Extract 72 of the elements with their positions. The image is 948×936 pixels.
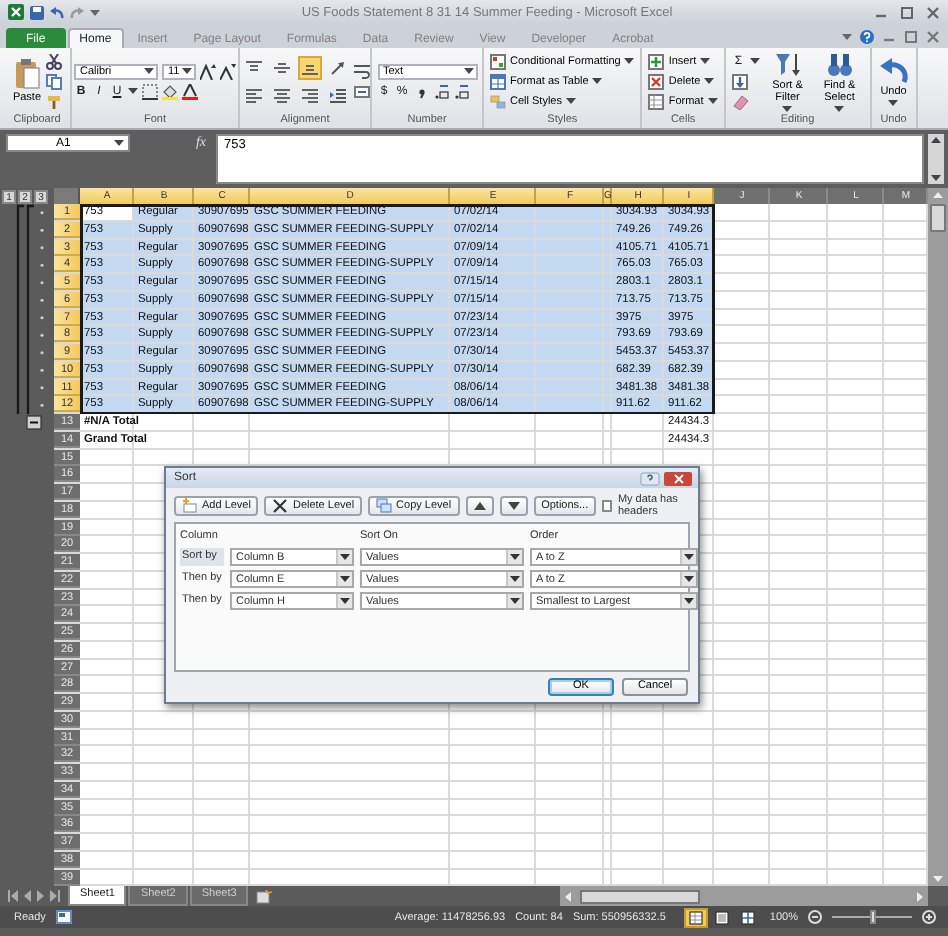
caret-icon[interactable]: [704, 78, 715, 84]
binoculars-icon[interactable]: [825, 51, 854, 77]
caret-icon[interactable]: [90, 9, 100, 15]
shrink-font-icon[interactable]: [220, 63, 236, 79]
fill-down-icon[interactable]: [731, 73, 748, 89]
scissors-icon[interactable]: [45, 53, 62, 69]
close-icon[interactable]: [926, 5, 940, 19]
close-icon[interactable]: [926, 29, 940, 43]
copy-level-icon[interactable]: [376, 498, 393, 514]
cell-styles-icon[interactable]: [490, 93, 506, 109]
font-color-icon[interactable]: [182, 83, 198, 99]
caret-icon[interactable]: [707, 98, 718, 104]
scroll-down-icon[interactable]: [928, 172, 944, 184]
close-button[interactable]: [664, 471, 692, 485]
decrease-decimal-icon[interactable]: [453, 83, 469, 99]
collapse-button[interactable]: [26, 415, 42, 430]
caret-icon[interactable]: [463, 68, 473, 74]
table-icon[interactable]: [490, 73, 506, 89]
macro-record-icon[interactable]: [55, 910, 72, 924]
help-icon[interactable]: [640, 471, 660, 485]
zoom-in-icon[interactable]: [922, 910, 936, 924]
caret-icon[interactable]: [624, 58, 635, 64]
fill-color-icon[interactable]: [162, 83, 178, 99]
clipboard-icon[interactable]: [13, 58, 40, 90]
caret-icon[interactable]: [128, 88, 138, 94]
caret-icon[interactable]: [749, 58, 760, 64]
sort-filter-icon[interactable]: [773, 51, 802, 77]
zoom-slider-thumb[interactable]: [869, 910, 875, 924]
border-icon[interactable]: [142, 83, 158, 99]
undo-arrow-icon[interactable]: [877, 57, 910, 83]
next-sheet-icon[interactable]: [36, 890, 46, 902]
caret-icon[interactable]: [114, 140, 124, 146]
delete-icon[interactable]: [272, 498, 289, 514]
caret-icon[interactable]: [144, 68, 154, 74]
merge-cells-icon[interactable]: [353, 83, 369, 99]
scrollbar-thumb[interactable]: [580, 889, 700, 903]
move-up-button[interactable]: [465, 496, 494, 516]
checkbox[interactable]: [602, 500, 612, 512]
copy-icon[interactable]: [45, 73, 62, 89]
caret-icon[interactable]: [700, 58, 711, 64]
undo-icon[interactable]: [50, 5, 64, 19]
previous-sheet-icon[interactable]: [22, 890, 32, 902]
caret-icon[interactable]: [834, 105, 845, 111]
spreadsheet-logo-icon[interactable]: [8, 4, 24, 20]
grow-font-icon[interactable]: [200, 63, 216, 79]
scrollbar-thumb[interactable]: [930, 204, 946, 232]
brush-icon[interactable]: [45, 93, 62, 109]
caret-icon[interactable]: [782, 105, 793, 111]
caret-icon[interactable]: [565, 98, 576, 104]
caret-icon[interactable]: [684, 576, 694, 582]
save-icon[interactable]: [30, 5, 44, 19]
caret-icon[interactable]: [340, 576, 350, 582]
insert-cells-icon[interactable]: [648, 53, 665, 69]
caret-icon[interactable]: [888, 99, 899, 105]
last-sheet-icon[interactable]: [50, 890, 60, 902]
caret-icon[interactable]: [182, 68, 192, 74]
scroll-up-icon[interactable]: [928, 134, 944, 146]
wrap-text-icon[interactable]: [353, 63, 369, 79]
conditional-format-icon[interactable]: [490, 53, 506, 69]
down-arrow-icon[interactable]: [507, 502, 520, 510]
caret-icon[interactable]: [592, 78, 603, 84]
first-sheet-icon[interactable]: [8, 890, 18, 902]
increase-decimal-icon[interactable]: [433, 83, 449, 99]
zoom-out-icon[interactable]: [808, 910, 822, 924]
delete-cells-icon[interactable]: [648, 73, 665, 89]
comma-style-icon[interactable]: [413, 83, 429, 99]
insert-sheet-icon[interactable]: [256, 889, 273, 903]
caret-icon[interactable]: [510, 576, 520, 582]
format-cells-icon[interactable]: [648, 93, 665, 109]
move-down-button[interactable]: [499, 496, 528, 516]
eraser-icon[interactable]: [731, 93, 748, 109]
up-arrow-icon[interactable]: [473, 502, 486, 510]
